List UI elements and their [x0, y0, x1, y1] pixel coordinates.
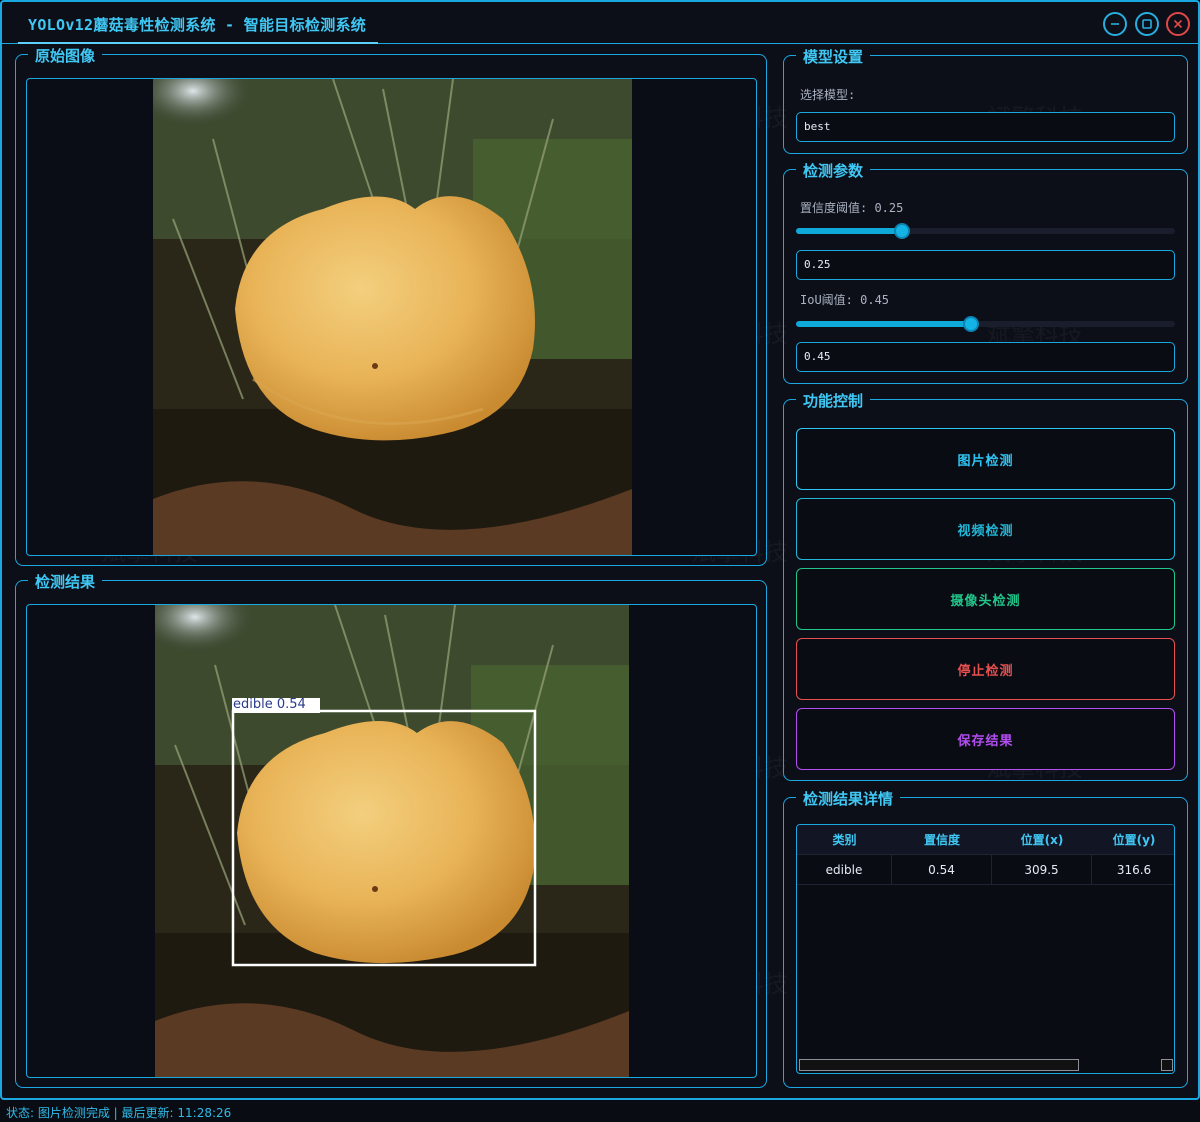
maximize-icon — [1142, 19, 1152, 29]
status-bar: 状态: 图片检测完成 | 最后更新: 11:28:26 — [0, 1100, 1200, 1122]
iou-input[interactable]: 0.45 — [796, 342, 1175, 372]
column-header-y[interactable]: 位置(y) — [1092, 825, 1174, 855]
close-button[interactable] — [1166, 12, 1190, 36]
table-row[interactable]: edible 0.54 309.5 316.6 — [797, 855, 1174, 885]
panel-title: 原始图像 — [28, 45, 103, 66]
result-details-panel: 检测结果详情 类别 置信度 位置(x) 位置(y) edible 0.54 30… — [783, 788, 1188, 1088]
title-bar[interactable]: YOLOv12蘑菇毒性检测系统 - 智能目标检测系统 — [2, 2, 1198, 44]
iou-label: IoU阈值: 0.45 — [800, 293, 890, 307]
status-text: 状态: 图片检测完成 | 最后更新: 11:28:26 — [6, 1106, 232, 1120]
minimize-icon — [1111, 23, 1119, 25]
function-control-panel: 功能控制 图片检测 视频检测 摄像头检测 停止检测 保存结果 — [783, 390, 1188, 781]
original-mushroom-image — [153, 79, 632, 555]
panel-title: 功能控制 — [796, 390, 871, 411]
table-cell: 309.5 — [992, 855, 1092, 885]
column-header-confidence[interactable]: 置信度 — [892, 825, 992, 855]
results-table[interactable]: 类别 置信度 位置(x) 位置(y) edible 0.54 309.5 316… — [796, 824, 1175, 1074]
minimize-button[interactable] — [1103, 12, 1127, 36]
maximize-button[interactable] — [1135, 12, 1159, 36]
detection-result-panel: 检测结果 edible 0.54 — [15, 571, 767, 1088]
confidence-slider-fill — [796, 228, 902, 234]
panel-title: 检测参数 — [796, 160, 871, 181]
table-cell: 316.6 — [1116, 863, 1152, 877]
table-header: 类别 置信度 位置(x) 位置(y) — [797, 825, 1174, 855]
app-window: YOLOv12蘑菇毒性检测系统 - 智能目标检测系统 斌擎科技 斌擎科技 斌擎科… — [0, 0, 1200, 1100]
window-title: YOLOv12蘑菇毒性检测系统 - 智能目标检测系统 — [28, 16, 367, 34]
save-result-button[interactable]: 保存结果 — [796, 708, 1175, 770]
column-header-class[interactable]: 类别 — [797, 825, 892, 855]
camera-detect-button[interactable]: 摄像头检测 — [796, 568, 1175, 630]
detection-params-panel: 检测参数 置信度阈值: 0.25 0.25 IoU阈值: 0.45 0.45 — [783, 160, 1188, 384]
detection-label: edible 0.54 — [233, 697, 306, 712]
confidence-slider[interactable] — [796, 223, 1175, 239]
table-cell: 0.54 — [892, 855, 992, 885]
original-image-panel: 原始图像 — [15, 45, 767, 566]
image-frame — [26, 78, 757, 556]
table-cell: edible — [797, 855, 892, 885]
model-select[interactable]: best — [796, 112, 1175, 142]
video-detect-button[interactable]: 视频检测 — [796, 498, 1175, 560]
confidence-label: 置信度阈值: 0.25 — [800, 201, 904, 215]
image-detect-button[interactable]: 图片检测 — [796, 428, 1175, 490]
iou-slider-handle[interactable] — [963, 316, 979, 332]
close-icon — [1173, 19, 1183, 29]
image-frame: edible 0.54 — [26, 604, 757, 1078]
confidence-slider-handle[interactable] — [894, 223, 910, 239]
model-select-label: 选择模型: — [800, 88, 856, 102]
horizontal-scrollbar[interactable] — [799, 1059, 1079, 1071]
model-settings-panel: 模型设置 选择模型: best — [783, 46, 1188, 154]
scrollbar-corner — [1161, 1059, 1173, 1071]
stop-detect-button[interactable]: 停止检测 — [796, 638, 1175, 700]
panel-title: 检测结果 — [28, 571, 103, 592]
panel-title: 模型设置 — [796, 46, 871, 67]
column-header-x[interactable]: 位置(x) — [992, 825, 1092, 855]
iou-slider-fill — [796, 321, 971, 327]
iou-slider[interactable] — [796, 316, 1175, 332]
panel-title: 检测结果详情 — [796, 788, 901, 809]
confidence-input[interactable]: 0.25 — [796, 250, 1175, 280]
detected-mushroom-image: edible 0.54 — [155, 605, 629, 1077]
